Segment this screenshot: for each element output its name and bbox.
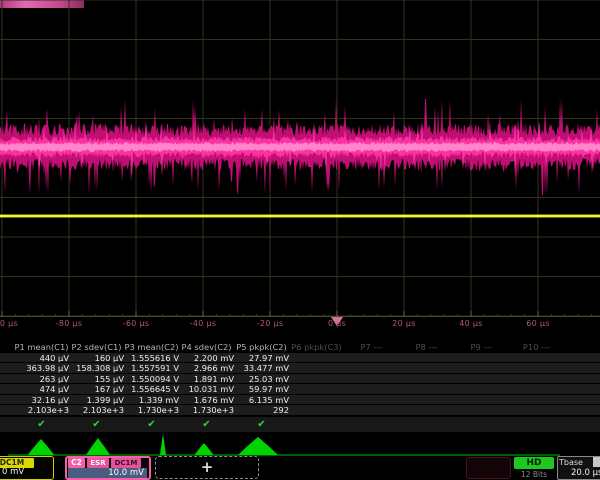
measurement-column-header[interactable]: P1 mean(C1) [14,342,69,352]
measurement-value: 1.556645 V [124,384,179,394]
timebase-label: Tbase [559,458,583,467]
measurement-column-header[interactable]: P9 --- [454,342,509,352]
time-axis-label: -60 µs [106,319,166,328]
c1-value: 0 mV [2,467,24,477]
measurement-value: 2.103e+3 [69,405,124,415]
measurement-value: 1.557591 V [124,363,179,373]
measurement-value: 32.16 µV [14,395,69,405]
measurement-column-header[interactable]: P4 sdev(C2) [179,342,234,352]
measurement-value: 1.550094 V [124,374,179,384]
graticule-and-traces [0,0,600,334]
measurement-column-header[interactable]: P2 sdev(C1) [69,342,124,352]
measurement-value: 25.03 mV [234,374,289,384]
measurement-value: 2.200 mV [179,353,234,363]
measurement-value: 1.339 mV [124,395,179,405]
c2-esr-tag: ESR [87,458,109,468]
timebase-value: 20.0 µs [571,468,600,478]
measurement-value: 1.555616 V [124,353,179,363]
hd-mode-badge[interactable]: HD [514,457,554,469]
time-axis-label: -40 µs [173,319,233,328]
add-trace-button[interactable]: + [155,456,259,479]
measurement-value: 160 µV [69,353,124,363]
measurement-column-header[interactable]: P5 pkpk(C2) [234,342,289,352]
measurement-value: 363.98 µV [14,363,69,373]
oscilloscope-screen: -100 µs -80 µs -60 µs -40 µs -20 µs 0 µs 20 µs… [0,0,600,480]
time-axis-label: 20 µs [374,319,434,328]
measurement-value: 474 µV [14,384,69,394]
measurement-value: 33.477 mV [234,363,289,373]
measurement-column-header[interactable]: P10 --- [509,342,564,352]
c2-coupling-tag: DC1M [111,458,141,468]
measurement-value: 155 µV [69,374,124,384]
time-axis-label: 60 µs [508,319,568,328]
measurement-value: 2.103e+3 [14,405,69,415]
measurement-value: 1.676 mV [179,395,234,405]
histicon [78,438,118,455]
time-axis-label: -80 µs [39,319,99,328]
c3-descriptor-box-dim[interactable] [466,457,511,479]
measurement-value: 263 µV [14,374,69,384]
c1-trace-core [0,215,600,217]
measurement-value: 1.891 mV [179,374,234,384]
hd-bits-label: 12 Bits [514,470,554,479]
time-axis-label: -20 µs [240,319,300,328]
measurement-column-header[interactable]: P7 --- [344,342,399,352]
measurement-value: 158.308 µV [69,363,124,373]
measurement-value: 1.730e+3 [179,405,234,415]
measurement-value: 10.031 mV [179,384,234,394]
measurement-column-header[interactable]: P8 --- [399,342,454,352]
c2-value: 10.0 mV [68,468,147,478]
c1-coupling-tag: DC1M [0,458,34,468]
measurement-value: 167 µV [69,384,124,394]
measurement-value: 6.135 mV [234,395,289,405]
c2-channel-label: C2 [68,458,85,468]
measurement-value: 292 [234,405,289,415]
measurement-value: 1.399 µV [69,395,124,405]
timebase-header-corner [593,457,600,467]
measurement-value: 440 µV [14,353,69,363]
time-axis-label: 40 µs [441,319,501,328]
time-axis-label: 0 µs [307,319,367,328]
measurement-column-header[interactable]: P3 mean(C2) [124,342,179,352]
measurement-value: 27.97 mV [234,353,289,363]
histicon [148,434,178,455]
histicon [185,443,223,455]
measurement-value: 59.97 mV [234,384,289,394]
histicon [233,437,283,455]
time-axis-label: -100 µs [0,319,32,328]
histicon [22,439,60,455]
measurement-value: 1.730e+3 [124,405,179,415]
measurement-value: 2.966 mV [179,363,234,373]
measurement-column-header[interactable]: P6 pkpk(C3) [289,342,344,352]
